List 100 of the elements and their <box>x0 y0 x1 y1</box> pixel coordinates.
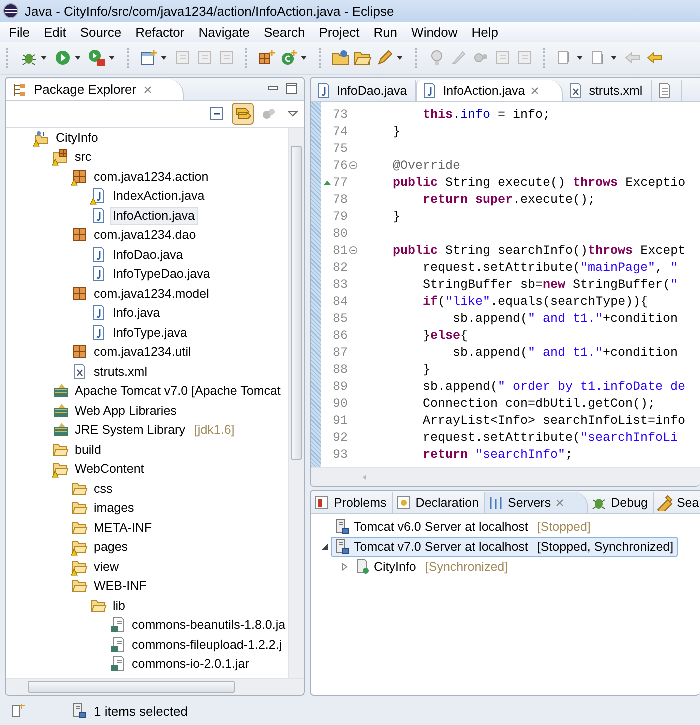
tree-item[interactable]: InfoType.java <box>110 324 190 342</box>
tree-item[interactable]: struts.xml <box>91 362 150 381</box>
maximize-icon[interactable] <box>286 83 298 95</box>
caret-icon[interactable] <box>108 54 116 62</box>
new-class-icon[interactable] <box>280 49 298 67</box>
tree-item[interactable]: InfoDao.java <box>110 246 186 264</box>
tree-item[interactable]: CityInfo <box>53 128 102 147</box>
editor-tab[interactable]: InfoAction.java <box>416 80 564 101</box>
library-icon <box>53 383 69 400</box>
java-file-icon <box>91 208 107 224</box>
server-icon <box>335 539 351 555</box>
pencil-icon[interactable] <box>376 49 394 67</box>
line-number: 90 <box>333 396 349 410</box>
tree-item[interactable]: InfoAction.java <box>110 206 198 225</box>
tree-item[interactable]: pages <box>91 538 132 556</box>
caret-icon[interactable] <box>74 54 82 62</box>
caret-icon[interactable] <box>576 54 584 62</box>
view-tab[interactable]: Sea <box>654 492 700 513</box>
tree-item[interactable]: InfoTypeDao.java <box>110 265 214 284</box>
java-file-icon <box>91 324 107 341</box>
tree-item[interactable]: src <box>72 148 95 166</box>
expanded-arrow-icon[interactable] <box>321 543 329 551</box>
menu-item[interactable]: File <box>2 24 37 40</box>
tree-item[interactable]: css <box>91 480 116 498</box>
link-with-editor-icon[interactable] <box>232 103 254 125</box>
horizontal-scrollbar[interactable] <box>311 467 700 486</box>
package-icon <box>72 168 88 185</box>
fast-view-icon[interactable] <box>10 703 26 719</box>
editor-tab[interactable]: struts.xml <box>563 80 652 101</box>
tree-item[interactable]: Info.java <box>110 304 164 322</box>
view-menu-icon[interactable] <box>288 109 298 119</box>
tree-item[interactable]: com.java1234.dao <box>91 226 200 244</box>
tree-item[interactable]: commons-io-2.0.1.jar <box>129 655 252 674</box>
fold-icon[interactable] <box>349 246 358 255</box>
menu-item[interactable]: Run <box>366 24 405 40</box>
server-item[interactable]: Tomcat v6.0 Server at localhost [Stopped] <box>331 517 595 537</box>
project-icon <box>34 130 50 146</box>
menu-item[interactable]: Refactor <box>128 24 192 40</box>
editor-tab[interactable]: InfoDao.java <box>311 80 416 101</box>
tree-item[interactable]: lib <box>110 596 129 615</box>
caret-icon[interactable] <box>160 54 168 62</box>
tree-item[interactable]: com.java1234.model <box>91 284 212 303</box>
code-line: sb.append(" and t1."+condition <box>452 312 678 326</box>
code-line: @Override <box>393 158 461 172</box>
tree-item[interactable]: JRE System Library <box>72 421 188 440</box>
tree-item[interactable]: commons-fileupload-1.2.2.j <box>129 636 286 654</box>
menu-item[interactable]: Navigate <box>192 24 258 40</box>
view-tab[interactable]: Package Explorer <box>6 79 184 100</box>
new-window-icon[interactable] <box>140 49 158 67</box>
tree-item[interactable]: commons-beanutils-1.8.0.ja <box>129 616 288 634</box>
horizontal-scrollbar[interactable] <box>6 678 304 695</box>
menu-item[interactable]: Help <box>464 24 506 40</box>
fold-icon[interactable] <box>349 161 358 170</box>
collapsed-arrow-icon[interactable] <box>341 563 349 571</box>
view-tab[interactable]: Problems <box>311 492 393 513</box>
caret-icon[interactable] <box>396 54 404 62</box>
caret-icon[interactable] <box>300 54 308 62</box>
caret-icon[interactable] <box>40 54 48 62</box>
code-line: } <box>422 362 431 376</box>
line-number: 82 <box>333 260 349 274</box>
folder-icon[interactable] <box>332 49 350 67</box>
vertical-scrollbar[interactable] <box>288 128 304 678</box>
tree-item[interactable]: com.java1234.util <box>91 343 194 362</box>
close-icon[interactable] <box>555 498 566 508</box>
view-tab[interactable]: Servers <box>485 492 588 513</box>
close-icon[interactable] <box>530 86 540 96</box>
server-item[interactable]: Tomcat v7.0 Server at localhost [Stopped, Synchronized] <box>331 537 678 557</box>
tree-item[interactable]: WEB-INF <box>91 577 150 596</box>
line-number: 83 <box>333 278 349 292</box>
tree-item[interactable]: com.java1234.action <box>91 168 212 186</box>
collapse-all-icon[interactable] <box>208 105 226 123</box>
view-tab[interactable]: Declaration <box>392 492 486 513</box>
external-tools-icon[interactable] <box>88 49 106 67</box>
code-line: sb.append(" and t1."+condition <box>452 346 678 360</box>
tree-item[interactable]: images <box>91 499 138 518</box>
tree-item[interactable]: build <box>72 440 104 459</box>
menu-item[interactable]: Project <box>312 24 367 40</box>
menu-item[interactable]: Edit <box>36 24 74 40</box>
forward-icon[interactable] <box>646 49 664 67</box>
tree-item[interactable]: view <box>91 558 122 576</box>
tree-item[interactable]: IndexAction.java <box>110 187 208 206</box>
close-icon[interactable] <box>142 84 153 94</box>
menu-item[interactable]: Search <box>257 24 312 40</box>
java-file-icon <box>91 266 107 282</box>
caret-icon[interactable] <box>610 54 618 62</box>
jar-icon <box>110 636 126 653</box>
line-number: 84 <box>333 294 349 308</box>
server-item[interactable]: CityInfo [Synchronized] <box>351 557 512 577</box>
line-number: 91 <box>333 414 349 428</box>
new-package-icon[interactable] <box>258 49 276 67</box>
menu-item[interactable]: Source <box>73 24 129 40</box>
folder-icon <box>53 461 69 478</box>
view-tab[interactable]: Debug <box>588 492 654 513</box>
tree-item[interactable]: META-INF <box>91 518 156 537</box>
java-file-icon <box>91 188 107 204</box>
tree-item[interactable]: Apache Tomcat v7.0 [Apache Tomcat <box>72 382 284 400</box>
folder-icon <box>72 539 88 556</box>
menu-item[interactable]: Window <box>404 24 465 40</box>
tree-item[interactable]: WebContent <box>72 460 148 478</box>
tree-item[interactable]: Web App Libraries <box>72 402 180 420</box>
